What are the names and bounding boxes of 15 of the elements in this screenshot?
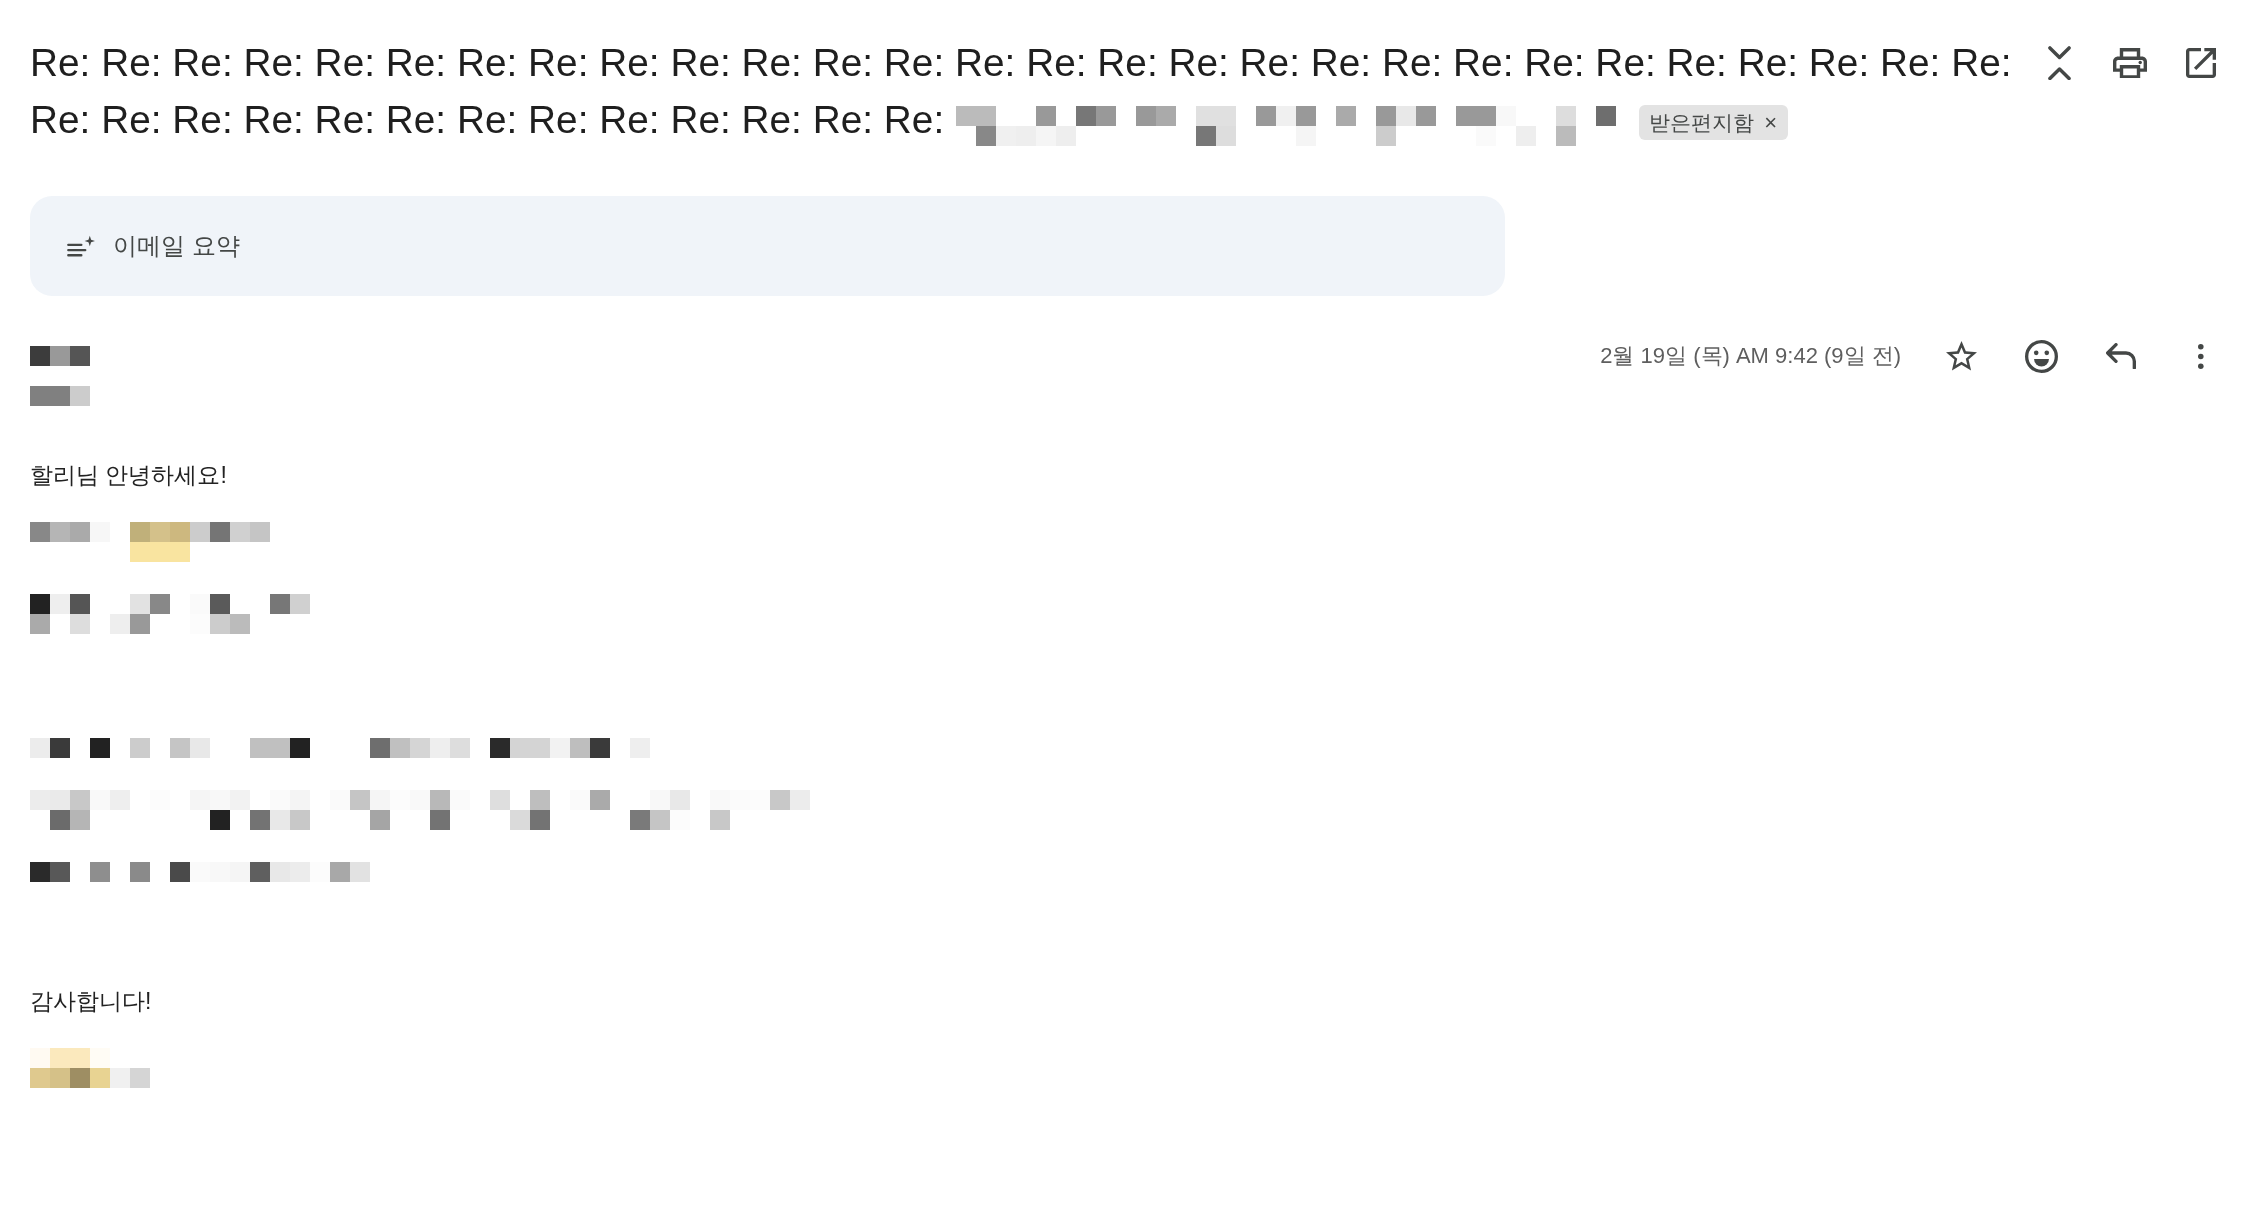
chevrons-inward-icon bbox=[2047, 45, 2071, 81]
summary-button[interactable]: 이메일 요약 bbox=[30, 196, 1505, 296]
more-vertical-icon bbox=[2198, 343, 2204, 369]
smiley-icon bbox=[2024, 339, 2058, 373]
message-date: 2월 19일 (목) AM 9:42 (9일 전) bbox=[1600, 342, 1901, 370]
body-text: 감사합니다! bbox=[30, 987, 152, 1016]
lines-sparkle-icon bbox=[67, 234, 95, 258]
remove-label-button[interactable]: × bbox=[1762, 111, 1780, 134]
subject-text: Re: Re: Re: Re: Re: Re: Re: Re: Re: Re: Re: Re: Re: Re: Re: Re: Re: Re: Re: Re: Re: Re: Re: Re: Re: Re: Re: Re: bbox=[30, 40, 2012, 86]
open-external-icon bbox=[2186, 48, 2216, 78]
body-text: 할리님 안녕하세요! bbox=[30, 461, 227, 490]
subject-text: Re: Re: Re: Re: Re: Re: Re: Re: Re: Re: Re: Re: Re: bbox=[30, 98, 945, 141]
print-icon bbox=[2113, 47, 2147, 79]
label-text[interactable]: 받은편지함 bbox=[1649, 112, 1755, 134]
reply-icon bbox=[2106, 342, 2136, 370]
